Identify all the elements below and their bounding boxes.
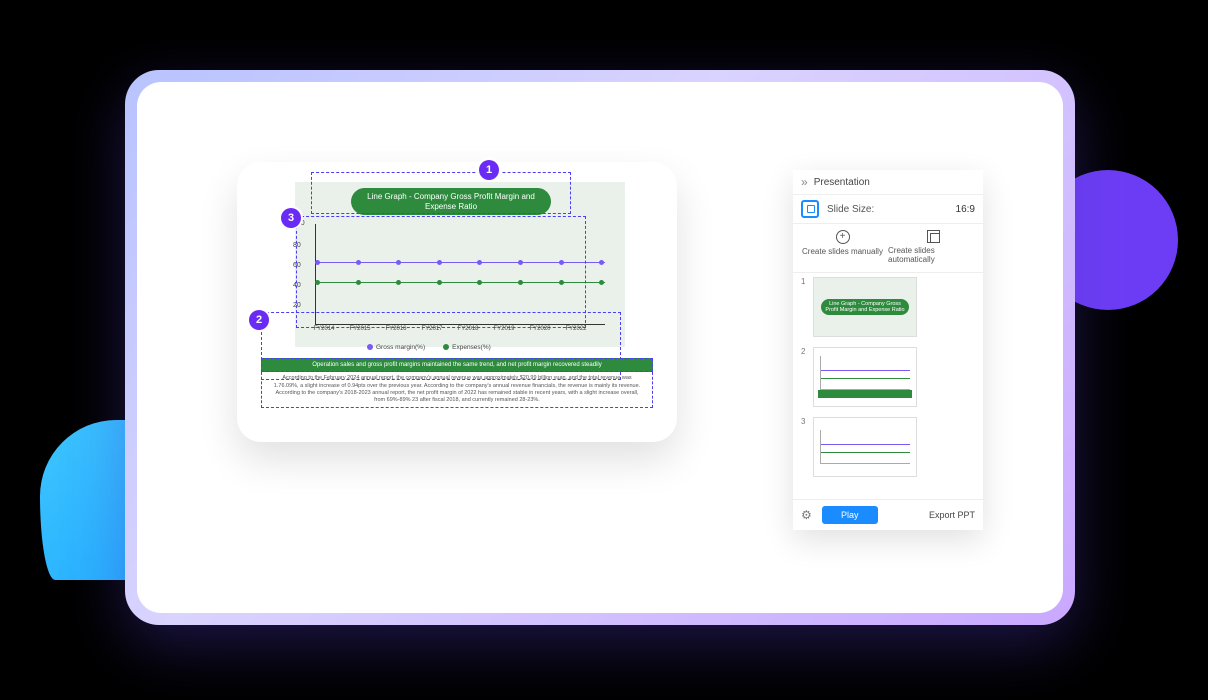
play-button[interactable]: Play [822, 506, 878, 524]
thumbnail-number: 3 [801, 417, 807, 477]
thumbnail-band [818, 390, 912, 398]
slide-size-label: Slide Size: [827, 204, 948, 215]
export-ppt-button[interactable]: Export PPT [888, 510, 975, 520]
panel-header: » Presentation [793, 170, 983, 195]
slide-footer-heading: Operation sales and gross profit margins… [261, 358, 653, 372]
auto-icon [927, 230, 940, 243]
selection-box-title[interactable] [311, 172, 571, 214]
marker-1[interactable]: 1 [479, 160, 499, 180]
panel-footer: ⚙ Play Export PPT [793, 499, 983, 530]
thumbnail-title: Line Graph - Company Gross Profit Margin… [821, 299, 909, 315]
presentation-icon [801, 200, 819, 218]
action-label: Create slides manually [802, 247, 883, 256]
settings-icon[interactable]: ⚙ [801, 508, 812, 522]
slide-thumbnails: 1 Line Graph - Company Gross Profit Marg… [793, 273, 983, 499]
app-screen: Line Graph - Company Gross Profit Margin… [137, 82, 1063, 613]
create-manual-button[interactable]: + Create slides manually [797, 230, 888, 264]
thumbnail-number: 2 [801, 347, 807, 407]
slide-footer-body: According to the February 2024 annual re… [261, 372, 653, 408]
panel-title: Presentation [814, 177, 870, 188]
thumbnail-number: 1 [801, 277, 807, 337]
collapse-icon[interactable]: » [801, 175, 808, 189]
marker-3[interactable]: 3 [281, 208, 301, 228]
action-label: Create slides automatically [888, 246, 979, 264]
slide-footer[interactable]: Operation sales and gross profit margins… [261, 358, 653, 408]
slide-size-value[interactable]: 16:9 [956, 204, 975, 215]
thumbnail-chart [820, 430, 910, 464]
thumbnail-item[interactable]: 3 [801, 417, 975, 477]
presentation-panel: » Presentation Slide Size: 16:9 + Create… [793, 170, 983, 530]
plus-icon: + [836, 230, 850, 244]
slide-editor-card: Line Graph - Company Gross Profit Margin… [237, 162, 677, 442]
thumbnail-item[interactable]: 2 [801, 347, 975, 407]
device-frame: Line Graph - Company Gross Profit Margin… [125, 70, 1075, 625]
thumbnail-item[interactable]: 1 Line Graph - Company Gross Profit Marg… [801, 277, 975, 337]
marker-2[interactable]: 2 [249, 310, 269, 330]
create-auto-button[interactable]: Create slides automatically [888, 230, 979, 264]
slide-size-row: Slide Size: 16:9 [793, 195, 983, 224]
panel-actions: + Create slides manually Create slides a… [793, 224, 983, 273]
thumbnail-chart [820, 356, 910, 390]
